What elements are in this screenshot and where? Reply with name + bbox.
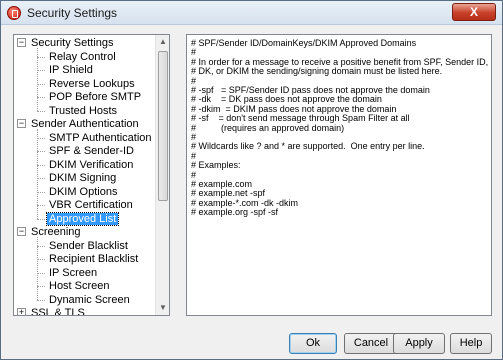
tree-connector [37, 48, 38, 111]
tree-item-label: Approved List [45, 211, 120, 226]
tree-item-label: IP Shield [49, 64, 93, 76]
tree-connector [37, 237, 38, 300]
tree-item[interactable]: Sender Blacklist [37, 239, 130, 253]
tree-item-label: Host Screen [49, 280, 110, 292]
tree-item-label: IP Screen [49, 266, 98, 279]
tree-item-label: Sender Blacklist [49, 239, 128, 252]
scroll-up-icon[interactable]: ▲ [156, 35, 170, 49]
security-settings-window: Security Settings X − Security Settings Re… [0, 0, 503, 360]
tree-item-label: SSL & TLS [31, 307, 85, 316]
collapse-icon[interactable]: − [17, 227, 26, 236]
tree-item[interactable]: Host Screen [37, 279, 112, 293]
tree-connector [37, 137, 45, 139]
tree-group[interactable]: − Sender Authentication [17, 117, 141, 131]
tree-item[interactable]: Trusted Hosts [37, 104, 119, 118]
tree-connector [37, 178, 45, 179]
tree-item-label: Sender Authentication [31, 118, 139, 130]
editor-line: # example.org -spf -sf [191, 207, 279, 218]
tree-item-label: Relay Control [49, 50, 116, 63]
editor-line: # Wildcards like ? and * are supported. … [191, 141, 425, 152]
collapse-icon[interactable]: − [17, 38, 26, 47]
tree-item[interactable]: Reverse Lookups [37, 77, 137, 91]
tree-connector [37, 218, 45, 220]
window-title: Security Settings [27, 6, 118, 20]
tree-item[interactable]: DKIM Signing [37, 171, 118, 185]
tree-connector [37, 70, 45, 71]
tree-connector [37, 151, 45, 152]
tree-scrollbar[interactable]: ▲ ▼ [155, 35, 169, 315]
tree-item[interactable]: DKIM Verification [37, 158, 135, 172]
tree-connector [37, 129, 38, 219]
approved-list-editor[interactable]: # SPF/Sender ID/DomainKeys/DKIM Approved… [186, 34, 492, 316]
cancel-button[interactable]: Cancel [344, 333, 398, 354]
tree-item-label: DKIM Signing [49, 172, 117, 184]
tree-connector [37, 299, 45, 301]
apply-button[interactable]: Apply [393, 333, 445, 354]
tree-item[interactable]: SMTP Authentication [37, 131, 154, 145]
settings-tree: − Security Settings Relay Control IP Shield… [13, 34, 170, 316]
tree-group[interactable]: − Security Settings [17, 36, 116, 50]
tree-item[interactable]: IP Shield [37, 63, 95, 77]
tree-item-label: POP Before SMTP [49, 91, 142, 103]
tree-item-label: DKIM Options [49, 185, 118, 198]
scroll-down-icon[interactable]: ▼ [156, 301, 170, 315]
tree-item-label: Security Settings [31, 37, 114, 49]
tree-item[interactable]: Approved List [37, 211, 120, 226]
tree-item-label: VBR Certification [49, 199, 133, 211]
editor-line: # -sf = don't send message through Spam … [191, 113, 410, 124]
editor-line: # Examples: [191, 160, 241, 171]
tree-connector [37, 56, 45, 58]
shield-lock-icon [7, 6, 21, 20]
tree-item[interactable]: Recipient Blacklist [37, 252, 140, 266]
tree-item[interactable]: Dynamic Screen [37, 293, 132, 307]
editor-line: # DK, or DKIM the sending/signing domain… [191, 66, 443, 77]
tree-item-label: Trusted Hosts [49, 104, 118, 117]
tree-item-label: Reverse Lookups [49, 77, 135, 90]
tree-item[interactable]: Relay Control [37, 50, 118, 64]
close-button[interactable]: X [452, 3, 496, 21]
editor-line: # (requires an approved domain) [191, 122, 345, 133]
help-button[interactable]: Help [450, 333, 492, 354]
tree-item-label: SMTP Authentication [49, 131, 152, 144]
tree-item-label: DKIM Verification [49, 158, 134, 171]
tree-item[interactable]: SPF & Sender-ID [37, 144, 136, 158]
tree-connector [37, 191, 45, 193]
tree-connector [37, 164, 45, 166]
editor-line: # SPF/Sender ID/DomainKeys/DKIM Approved… [191, 38, 417, 48]
tree-connector [37, 205, 45, 206]
tree-item[interactable]: POP Before SMTP [37, 90, 143, 104]
tree-item[interactable]: IP Screen [37, 266, 99, 280]
tree-item-label: SPF & Sender-ID [49, 145, 134, 157]
expand-icon[interactable]: + [17, 308, 26, 315]
tree-item-label: Dynamic Screen [49, 293, 130, 306]
ok-button[interactable]: Ok [289, 333, 337, 354]
tree-connector [37, 97, 45, 98]
tree-connector [37, 259, 45, 260]
tree-connector [37, 272, 45, 274]
tree-group[interactable]: + SSL & TLS [17, 306, 87, 316]
title-bar[interactable]: Security Settings X [1, 1, 502, 25]
scrollbar-thumb[interactable] [158, 51, 168, 201]
tree-connector [37, 83, 45, 85]
tree-connector [37, 245, 45, 247]
tree-item-label: Recipient Blacklist [49, 253, 139, 265]
tree-item[interactable]: VBR Certification [37, 198, 135, 212]
tree-item[interactable]: DKIM Options [37, 185, 119, 199]
collapse-icon[interactable]: − [17, 119, 26, 128]
tree-connector [37, 286, 45, 287]
tree-connector [37, 110, 45, 112]
